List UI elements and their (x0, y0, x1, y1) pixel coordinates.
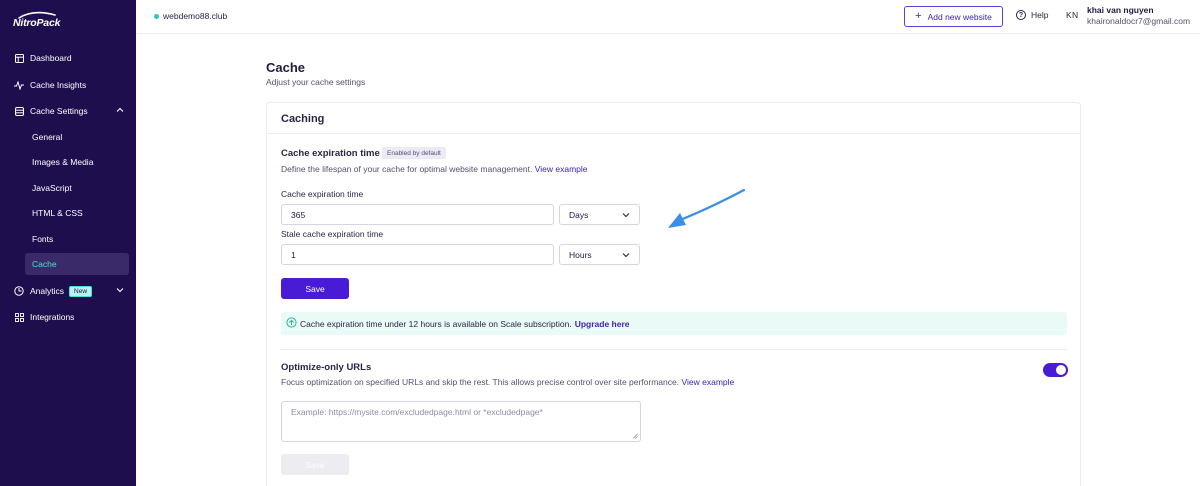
nitropack-logo[interactable]: NitroPack (13, 9, 73, 29)
urls-textarea[interactable]: Example: https://mysite.com/excludedpage… (281, 401, 641, 442)
expiration-unit-value: Days (569, 209, 589, 220)
caching-card: Caching Cache expiration time Enabled by… (266, 102, 1081, 486)
subnav-cache[interactable]: Cache (25, 253, 129, 275)
expiration-unit-select[interactable]: Days (559, 204, 640, 225)
page-subtitle: Adjust your cache settings (266, 77, 366, 87)
chevron-down-icon (622, 213, 630, 218)
resize-handle-icon[interactable] (632, 433, 638, 439)
nav-dashboard[interactable]: Dashboard (8, 47, 130, 69)
user-name[interactable]: khai van nguyen (1087, 5, 1154, 15)
sidebar: NitroPack Dashboard Cache Insights Cache… (0, 0, 136, 486)
subnav-javascript[interactable]: JavaScript (25, 177, 129, 199)
toggle-knob (1056, 365, 1066, 375)
upgrade-link[interactable]: Upgrade here (575, 319, 630, 329)
cache-expiration-desc: Define the lifespan of your cache for op… (281, 164, 588, 174)
grid-icon (14, 312, 24, 322)
save-button-disabled[interactable]: Save (281, 454, 349, 475)
subnav-fonts[interactable]: Fonts (25, 228, 129, 250)
save-button[interactable]: Save (281, 278, 349, 299)
section-divider (281, 349, 1067, 350)
cache-expiration-title: Cache expiration time (281, 148, 380, 159)
add-new-website-button[interactable]: + Add new website (904, 6, 1003, 27)
info-text: Cache expiration time under 12 hours is … (300, 318, 572, 329)
upgrade-info-bar: Cache expiration time under 12 hours is … (281, 312, 1067, 335)
help-label: Help (1031, 10, 1049, 20)
stale-unit-select[interactable]: Hours (559, 244, 640, 265)
new-badge: New (69, 285, 93, 297)
optimize-only-title: Optimize-only URLs (281, 362, 372, 373)
arrow-up-circle-icon (286, 317, 297, 328)
chevron-up-icon[interactable] (116, 106, 124, 114)
user-email: khaironaldocr7@gmail.com (1087, 16, 1191, 26)
urls-placeholder: Example: https://mysite.com/excludedpage… (291, 407, 543, 417)
add-new-website-label: Add new website (927, 11, 992, 22)
topbar: webdemo88.club + Add new website ? Help … (136, 0, 1200, 34)
plus-icon: + (915, 10, 922, 22)
subnav-html-css[interactable]: HTML & CSS (25, 202, 129, 224)
nav-analytics[interactable]: Analytics New (8, 280, 130, 302)
chevron-down-icon[interactable] (116, 286, 124, 294)
expiration-label: Cache expiration time (281, 189, 364, 199)
database-icon (14, 106, 24, 116)
nav-integrations[interactable]: Integrations (8, 306, 130, 328)
avatar[interactable]: KN (1066, 10, 1078, 20)
help-icon: ? (1016, 10, 1026, 20)
stale-value-input[interactable]: 1 (281, 244, 554, 265)
view-example-link[interactable]: View example (681, 377, 734, 387)
nav-cache-settings-label: Cache Settings (30, 106, 88, 116)
optimize-only-desc: Focus optimization on specified URLs and… (281, 377, 734, 387)
card-title: Caching (281, 113, 325, 125)
pulse-icon (14, 80, 24, 90)
stale-label: Stale cache expiration time (281, 229, 384, 239)
nav-cache-insights[interactable]: Cache Insights (8, 74, 130, 96)
nav-cache-settings[interactable]: Cache Settings (8, 100, 130, 122)
chevron-down-icon (622, 253, 630, 258)
cache-expiration-desc-text: Define the lifespan of your cache for op… (281, 164, 533, 174)
page-title: Cache (266, 60, 306, 75)
nav-cache-insights-label: Cache Insights (30, 80, 87, 90)
optimize-only-desc-text: Focus optimization on specified URLs and… (281, 377, 680, 387)
subnav-general[interactable]: General (25, 126, 129, 148)
nav-analytics-label: Analytics (30, 286, 65, 296)
subnav-images-media[interactable]: Images & Media (25, 151, 129, 173)
nav-dashboard-label: Dashboard (30, 53, 72, 63)
nav-integrations-label: Integrations (30, 312, 75, 322)
clock-chart-icon (14, 286, 24, 296)
site-status-dot (154, 14, 159, 19)
enabled-badge: Enabled by default (382, 147, 446, 159)
expiration-value-input[interactable]: 365 (281, 204, 554, 225)
site-selector[interactable]: webdemo88.club (163, 11, 227, 21)
view-example-link[interactable]: View example (535, 164, 588, 174)
optimize-only-toggle[interactable] (1043, 363, 1068, 377)
divider (267, 133, 1080, 134)
stale-unit-value: Hours (569, 249, 592, 260)
logo-text: NitroPack (13, 17, 61, 29)
annotation-arrow-icon (668, 188, 746, 228)
help-link[interactable]: ? Help (1016, 10, 1048, 20)
dashboard-icon (14, 53, 24, 63)
